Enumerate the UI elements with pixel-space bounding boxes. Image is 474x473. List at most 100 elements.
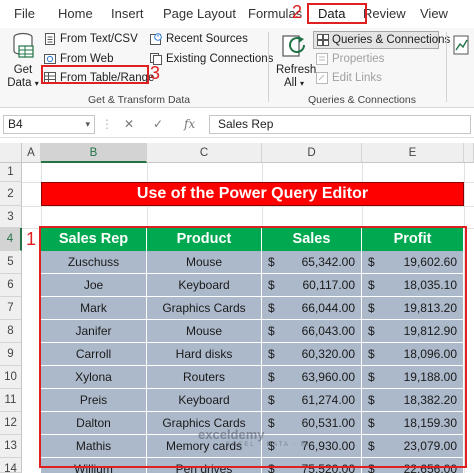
cell-profit[interactable]: $23,079.00 (362, 435, 464, 458)
cell-profit[interactable]: $18,159.30 (362, 412, 464, 435)
tab-home[interactable]: Home (58, 6, 93, 21)
amount-value: 18,096.00 (403, 347, 457, 361)
header-product[interactable]: Product (147, 228, 262, 251)
cell-profit[interactable]: $18,035.10 (362, 274, 464, 297)
currency-symbol: $ (268, 462, 275, 473)
cell-profit[interactable]: $22,656.00 (362, 458, 464, 473)
header-sales[interactable]: Sales (262, 228, 362, 251)
row-header[interactable]: 3 (0, 206, 22, 228)
row-header[interactable]: 5 (0, 251, 22, 274)
formula-input[interactable]: Sales Rep (209, 115, 471, 134)
cell-sales[interactable]: $63,960.00 (262, 366, 362, 389)
edit-links-button[interactable]: Edit Links (316, 70, 382, 86)
row-header[interactable]: 9 (0, 343, 22, 366)
column-header-a[interactable]: A (22, 143, 41, 163)
row-header[interactable]: 2 (0, 182, 22, 206)
column-header-c[interactable]: C (147, 143, 262, 163)
cell-sales[interactable]: $75,520.00 (262, 458, 362, 473)
cell-profit[interactable]: $18,382.20 (362, 389, 464, 412)
row-header[interactable]: 8 (0, 320, 22, 343)
properties-icon (316, 53, 328, 65)
row-header[interactable]: 13 (0, 435, 22, 458)
row-header[interactable]: 1 (0, 163, 22, 182)
properties-button[interactable]: Properties (316, 51, 384, 67)
queries-connections-button[interactable]: Queries & Connections (313, 31, 450, 49)
row-header[interactable]: 11 (0, 389, 22, 412)
column-header-e[interactable]: E (362, 143, 464, 163)
row-header[interactable]: 6 (0, 274, 22, 297)
database-icon (13, 32, 34, 58)
row-header[interactable]: 12 (0, 412, 22, 435)
cell-product[interactable]: Mouse (147, 320, 262, 343)
tab-view[interactable]: View (420, 6, 448, 21)
cell-product[interactable]: Graphics Cards (147, 297, 262, 320)
cell-sales-rep[interactable]: Dalton (41, 412, 147, 435)
cell-sales[interactable]: $60,320.00 (262, 343, 362, 366)
currency-symbol: $ (368, 462, 375, 473)
column-header-d[interactable]: D (262, 143, 362, 163)
cell-sales-rep[interactable]: Carroll (41, 343, 147, 366)
get-data-button[interactable]: Get Data ▾ (6, 32, 40, 90)
cell-product[interactable]: Keyboard (147, 389, 262, 412)
cell-product[interactable]: Routers (147, 366, 262, 389)
tab-file[interactable]: File (14, 6, 35, 21)
cell-sales-rep[interactable]: Janifer (41, 320, 147, 343)
cell-sales[interactable]: $60,117.00 (262, 274, 362, 297)
column-header-f[interactable] (464, 143, 474, 163)
cell-product[interactable]: Mouse (147, 251, 262, 274)
row-header[interactable]: 10 (0, 366, 22, 389)
recent-sources-icon (150, 33, 162, 45)
header-profit[interactable]: Profit (362, 228, 464, 251)
cell-profit[interactable]: $19,602.60 (362, 251, 464, 274)
tab-insert[interactable]: Insert (111, 6, 144, 21)
cell-product[interactable]: Hard disks (147, 343, 262, 366)
cell-profit[interactable]: $19,812.90 (362, 320, 464, 343)
data-types-button[interactable] (450, 32, 474, 76)
cell-product[interactable]: Pen drives (147, 458, 262, 473)
cell-profit[interactable]: $19,813.20 (362, 297, 464, 320)
refresh-all-button[interactable]: Refresh All ▾ (276, 32, 316, 90)
cancel-entry-icon[interactable]: ✕ (124, 117, 134, 131)
cell-sales-rep[interactable]: Mathis (41, 435, 147, 458)
confirm-entry-icon[interactable]: ✓ (153, 117, 163, 131)
cell-sales[interactable]: $61,274.00 (262, 389, 362, 412)
row-header[interactable]: 7 (0, 297, 22, 320)
tab-page-layout[interactable]: Page Layout (163, 6, 236, 21)
existing-connections-button[interactable]: Existing Connections (150, 51, 273, 67)
header-sales-rep[interactable]: Sales Rep (41, 228, 147, 251)
sheet-title[interactable]: Use of the Power Query Editor (41, 182, 464, 206)
currency-symbol: $ (368, 393, 375, 407)
cell-sales-rep[interactable]: Joe (41, 274, 147, 297)
recent-sources-button[interactable]: Recent Sources (150, 31, 248, 47)
cell-product[interactable]: Keyboard (147, 274, 262, 297)
stocks-icon (453, 35, 469, 55)
cell-sales-rep[interactable]: Zuschuss (41, 251, 147, 274)
cell-sales[interactable]: $66,043.00 (262, 320, 362, 343)
cell-sales-rep[interactable]: Willium (41, 458, 147, 473)
select-all-corner[interactable] (0, 143, 22, 163)
cell-sales[interactable]: $66,044.00 (262, 297, 362, 320)
cell-profit[interactable]: $18,096.00 (362, 343, 464, 366)
currency-symbol: $ (368, 347, 375, 361)
from-text-csv-button[interactable]: From Text/CSV (44, 31, 138, 47)
amount-value: 19,813.20 (403, 301, 457, 315)
column-header-b[interactable]: B (41, 143, 147, 163)
insert-function-icon[interactable]: fx (184, 117, 195, 131)
cell-sales-rep[interactable]: Xylona (41, 366, 147, 389)
chevron-down-icon[interactable]: ▾ (85, 116, 90, 133)
currency-symbol: $ (268, 255, 275, 269)
name-box[interactable]: B4 ▾ (3, 115, 95, 134)
cell-sales-rep[interactable]: Preis (41, 389, 147, 412)
tab-review[interactable]: Review (363, 6, 406, 21)
currency-symbol: $ (268, 324, 275, 338)
cell-sales-rep[interactable]: Mark (41, 297, 147, 320)
row-header[interactable]: 4 (0, 228, 22, 251)
cell-sales[interactable]: $65,342.00 (262, 251, 362, 274)
row-header[interactable]: 14 (0, 458, 22, 473)
watermark-logo: exceldemy EXCEL · DATA · BI (198, 427, 311, 448)
formula-bar: B4 ▾ ⋮ ✕ ✓ fx Sales Rep (0, 108, 474, 138)
currency-symbol: $ (368, 416, 375, 430)
currency-symbol: $ (268, 370, 275, 384)
group-separator (268, 32, 269, 102)
cell-profit[interactable]: $19,188.00 (362, 366, 464, 389)
